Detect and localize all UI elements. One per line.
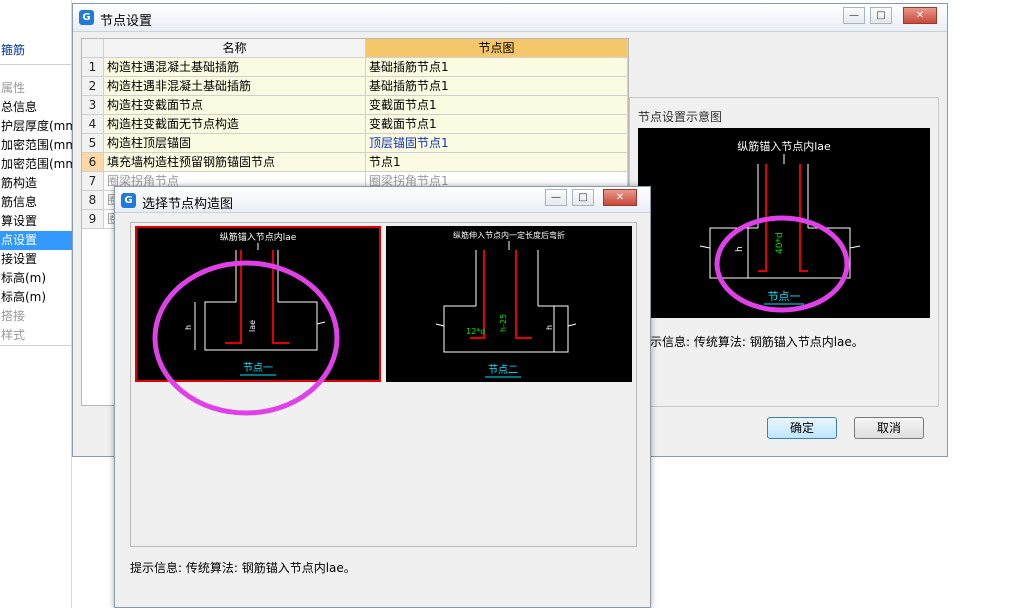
dialog-title: 节点设置 xyxy=(100,14,153,29)
select-dialog-title: 选择节点构造图 xyxy=(142,197,234,212)
annotation-ellipse xyxy=(152,260,340,416)
row-name[interactable]: 构造柱变截面节点 xyxy=(104,96,366,115)
table-row[interactable]: 1 构造柱遇混凝土基础插筋 基础插筋节点1 xyxy=(82,58,628,77)
row-index[interactable]: 3 xyxy=(82,96,104,115)
row-node[interactable]: 节点1 xyxy=(366,153,628,172)
row-index[interactable]: 1 xyxy=(82,58,104,77)
preview-dim-h: h xyxy=(735,246,745,252)
row-index[interactable]: 5 xyxy=(82,134,104,153)
thumb1-caption: 纵筋锚入节点内lae xyxy=(220,231,297,243)
background-panel-item[interactable]: 箍筋 xyxy=(0,41,72,60)
cancel-button[interactable]: 取消 xyxy=(854,417,924,439)
background-panel-item[interactable]: 加密范围(mm) xyxy=(0,155,72,174)
maximize-button[interactable]: □ xyxy=(870,7,892,24)
background-panel-item[interactable]: 属性 xyxy=(0,79,72,98)
background-panel-item[interactable]: 标高(m) xyxy=(0,288,72,307)
background-panel-item[interactable]: 接设置 xyxy=(0,250,72,269)
header-index xyxy=(82,39,104,58)
row-name[interactable]: 构造柱遇非混凝土基础插筋 xyxy=(104,77,366,96)
ok-button[interactable]: 确定 xyxy=(767,417,837,439)
title-bar[interactable]: G 节点设置 — □ ✕ xyxy=(73,4,947,32)
minimize-button[interactable]: — xyxy=(843,7,865,24)
thumb2-caption: 纵筋伸入节点内一定长度后弯折 xyxy=(453,230,565,240)
row-name[interactable]: 构造柱变截面无节点构造 xyxy=(104,115,366,134)
preview-dim-40d: 40*d xyxy=(775,232,785,254)
header-name[interactable]: 名称 xyxy=(104,39,366,58)
thumb2-dim-lae: h-25 xyxy=(499,314,508,332)
thumb2-dim-h: h xyxy=(545,325,554,330)
background-panel-item[interactable]: 护层厚度(mm) xyxy=(0,117,72,136)
background-panel-item[interactable]: 加密范围(mm) xyxy=(0,136,72,155)
table-header: 名称 节点图 xyxy=(82,39,628,58)
table-row[interactable]: 3 构造柱变截面节点 变截面节点1 xyxy=(82,96,628,115)
row-index[interactable]: 6 xyxy=(82,153,104,172)
table-row[interactable]: 2 构造柱遇非混凝土基础插筋 基础插筋节点1 xyxy=(82,77,628,96)
row-name[interactable]: 构造柱遇混凝土基础插筋 xyxy=(104,58,366,77)
table-row[interactable]: 4 构造柱变截面无节点构造 变截面节点1 xyxy=(82,115,628,134)
app-icon: G xyxy=(121,193,136,208)
row-index[interactable]: 4 xyxy=(82,115,104,134)
row-node[interactable]: 变截面节点1 xyxy=(366,96,628,115)
app-icon: G xyxy=(79,10,94,25)
preview-node-label: 节点一 xyxy=(768,290,801,303)
divider xyxy=(0,64,72,65)
preview-caption: 纵筋锚入节点内lae xyxy=(737,139,831,153)
preview-diagram: 纵筋锚入节点内lae h 40*d 节点一 xyxy=(638,128,930,318)
maximize-button[interactable]: □ xyxy=(572,189,594,206)
close-button[interactable]: ✕ xyxy=(603,189,637,206)
row-node[interactable]: 基础插筋节点1 xyxy=(366,58,628,77)
background-panel-item[interactable]: 总信息 xyxy=(0,98,72,117)
row-name[interactable]: 构造柱顶层锚固 xyxy=(104,134,366,153)
row-index[interactable]: 2 xyxy=(82,77,104,96)
background-property-panel: 箍筋属性总信息护层厚度(mm)加密范围(mm)加密范围(mm)筋构造筋信息算设置… xyxy=(0,0,72,608)
row-index[interactable]: 8 xyxy=(82,191,104,210)
select-dialog-title-bar[interactable]: G 选择节点构造图 — □ ✕ xyxy=(115,187,650,213)
background-panel-item[interactable]: 筋信息 xyxy=(0,193,72,212)
preview-panel: 节点设置示意图 纵筋锚入节点内lae h 40*d 节点一 示信息: 传统算法: xyxy=(629,97,939,407)
thumb2-label: 节点二 xyxy=(488,364,518,376)
close-button[interactable]: ✕ xyxy=(903,7,937,24)
node-2-thumbnail[interactable]: 纵筋伸入节点内一定长度后弯折 12*d h-25 h 节点二 xyxy=(386,226,632,382)
preview-title: 节点设置示意图 xyxy=(638,110,723,124)
background-panel-item[interactable]: 标高(m) xyxy=(0,269,72,288)
row-node[interactable]: 变截面节点1 xyxy=(366,115,628,134)
background-panel-item[interactable]: 搭接 xyxy=(0,307,72,326)
row-index[interactable]: 7 xyxy=(82,172,104,191)
row-node[interactable]: 顶层锚固节点1 xyxy=(366,134,628,153)
select-dialog-hint: 提示信息: 传统算法: 钢筋锚入节点内lae。 xyxy=(130,561,356,575)
divider xyxy=(0,345,72,346)
background-panel-item[interactable]: 筋构造 xyxy=(0,174,72,193)
header-node[interactable]: 节点图 xyxy=(366,39,628,58)
table-row[interactable]: 5 构造柱顶层锚固 顶层锚固节点1 xyxy=(82,134,628,153)
background-panel-item[interactable]: 样式 xyxy=(0,326,72,345)
row-index[interactable]: 9 xyxy=(82,210,104,229)
background-panel-item[interactable]: 点设置 xyxy=(0,231,72,250)
row-name[interactable]: 填充墙构造柱预留钢筋锚固节点 xyxy=(104,153,366,172)
thumb2-dim-12d: 12*d xyxy=(466,327,485,336)
background-panel-item[interactable]: 算设置 xyxy=(0,212,72,231)
row-node[interactable]: 基础插筋节点1 xyxy=(366,77,628,96)
minimize-button[interactable]: — xyxy=(545,189,567,206)
table-row[interactable]: 6 填充墙构造柱预留钢筋锚固节点 节点1 xyxy=(82,153,628,172)
preview-hint: 示信息: 传统算法: 钢筋锚入节点内lae。 xyxy=(650,335,864,349)
